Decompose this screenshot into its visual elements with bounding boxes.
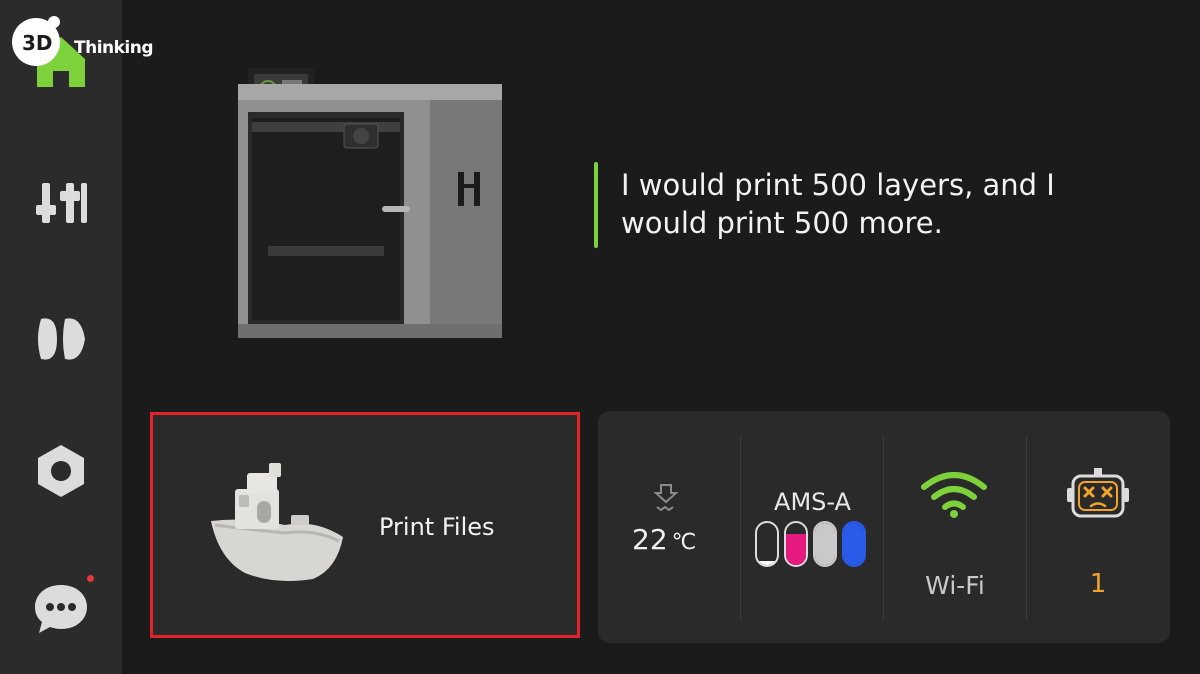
ams-label: AMS-A — [774, 488, 851, 516]
sidebar — [0, 0, 122, 674]
ams-spool-fill — [786, 533, 806, 565]
printer-home-screen: 3D Thinking I would print 500 layers, an… — [0, 0, 1200, 674]
ams-spool-slot-2[interactable] — [784, 521, 808, 567]
quote-accent-bar — [594, 162, 598, 248]
ams-spool-slot-3[interactable] — [813, 521, 837, 567]
status-panel: 22 ℃ AMS-A Wi-Fi 1 — [598, 411, 1170, 643]
wifi-icon — [921, 472, 987, 518]
ams-spool-fill — [757, 560, 777, 565]
brand-mark: 3D — [22, 31, 53, 55]
chamber-temperature[interactable]: 22 ℃ — [598, 411, 740, 643]
ams-spool-fill — [815, 523, 835, 565]
nut-icon — [38, 445, 84, 497]
temperature-value: 22 — [632, 523, 668, 556]
ams-spool-slot-1[interactable] — [755, 521, 779, 567]
nav-controls[interactable] — [24, 166, 98, 240]
error-count: 1 — [1089, 569, 1107, 599]
ams-spools — [755, 521, 866, 567]
nav-settings[interactable] — [24, 434, 98, 508]
brand-text: Thinking — [74, 38, 154, 58]
ams-a-status[interactable]: AMS-A — [741, 411, 883, 643]
ams-spool-slot-4[interactable] — [842, 521, 866, 567]
nav-messages[interactable] — [24, 570, 98, 644]
hero-quote: I would print 500 layers, and I would pr… — [621, 166, 1141, 242]
message-badge — [87, 575, 94, 582]
quote-line-1: I would print 500 layers, and I — [621, 168, 1055, 202]
wifi-status[interactable]: Wi-Fi — [884, 411, 1026, 643]
chat-icon — [35, 585, 87, 633]
temperature-readout: 22 ℃ — [632, 523, 696, 556]
filament-icon — [38, 318, 85, 360]
brand-logo-icon: 3D — [12, 16, 60, 66]
wifi-label: Wi-Fi — [925, 571, 985, 600]
ams-spool-fill — [844, 523, 864, 565]
sliders-icon — [36, 183, 87, 223]
print-files-button[interactable]: Print Files — [150, 412, 580, 638]
print-files-label: Print Files — [379, 513, 495, 541]
error-robot-icon — [1067, 468, 1129, 518]
quote-line-2: would print 500 more. — [621, 206, 943, 240]
error-status[interactable]: 1 — [1027, 411, 1169, 643]
nav-filament[interactable] — [24, 302, 98, 376]
benchy-boat-icon — [211, 463, 343, 581]
chamber-fan-icon — [653, 484, 679, 512]
temperature-unit: ℃ — [671, 530, 697, 555]
printer-image — [238, 68, 502, 338]
brand-watermark: 3D Thinking — [10, 14, 154, 70]
